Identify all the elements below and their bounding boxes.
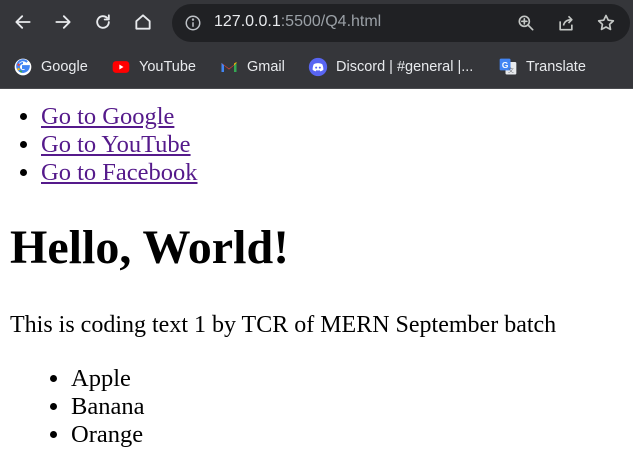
home-icon	[135, 14, 151, 30]
bookmarks-bar: Google YouTube Gmail Discord | #general …	[0, 46, 633, 89]
link-list: Go to Google Go to YouTube Go to Faceboo…	[41, 103, 198, 187]
youtube-icon	[111, 57, 131, 77]
arrow-right-icon	[55, 15, 71, 29]
fruit-list: Apple Banana Orange	[71, 365, 144, 449]
list-item: Apple	[71, 365, 144, 393]
list-item: Go to Google	[41, 103, 198, 131]
url-path: :5500/Q4.html	[280, 13, 382, 30]
bookmark-gmail[interactable]: Gmail	[219, 56, 285, 78]
browser-toolbar: 127.0.0.1:5500/Q4.html	[0, 0, 633, 46]
translate-icon: G文	[498, 57, 518, 77]
site-info-icon[interactable]	[184, 14, 202, 32]
bookmark-discord[interactable]: Discord | #general |...	[308, 56, 473, 78]
bookmark-label: Google	[41, 59, 88, 75]
bookmark-google[interactable]: Google	[13, 56, 88, 78]
arrow-left-icon	[15, 15, 31, 29]
bookmark-star-icon[interactable]	[596, 13, 616, 33]
bookmark-label: Translate	[526, 59, 586, 75]
bookmark-youtube[interactable]: YouTube	[111, 56, 196, 78]
forward-button[interactable]	[49, 8, 77, 36]
link-youtube[interactable]: Go to YouTube	[41, 131, 191, 158]
reload-button[interactable]	[89, 8, 117, 36]
bookmark-label: YouTube	[139, 59, 196, 75]
discord-icon	[308, 57, 328, 77]
svg-text:文: 文	[508, 66, 514, 74]
zoom-icon[interactable]	[516, 13, 536, 33]
bookmark-label: Discord | #general |...	[336, 59, 474, 75]
home-button[interactable]	[129, 8, 157, 36]
share-icon[interactable]	[556, 13, 576, 33]
list-item: Go to YouTube	[41, 131, 198, 159]
list-item: Banana	[71, 393, 144, 421]
gmail-icon	[219, 57, 239, 77]
bookmark-translate[interactable]: G文 Translate	[498, 56, 586, 78]
google-icon	[13, 57, 33, 77]
bookmark-label: Gmail	[247, 59, 285, 75]
url-text[interactable]: 127.0.0.1:5500/Q4.html	[214, 13, 381, 31]
reload-icon	[96, 14, 110, 29]
address-bar[interactable]: 127.0.0.1:5500/Q4.html	[172, 4, 630, 42]
page-paragraph: This is coding text 1 by TCR of MERN Sep…	[10, 312, 557, 338]
page-content: Go to Google Go to YouTube Go to Faceboo…	[0, 89, 633, 476]
url-host: 127.0.0.1	[214, 13, 281, 30]
link-facebook[interactable]: Go to Facebook	[41, 159, 198, 186]
list-item: Go to Facebook	[41, 159, 198, 187]
list-item: Orange	[71, 421, 144, 449]
link-google[interactable]: Go to Google	[41, 103, 174, 130]
back-button[interactable]	[9, 8, 37, 36]
page-heading: Hello, World!	[10, 221, 290, 274]
